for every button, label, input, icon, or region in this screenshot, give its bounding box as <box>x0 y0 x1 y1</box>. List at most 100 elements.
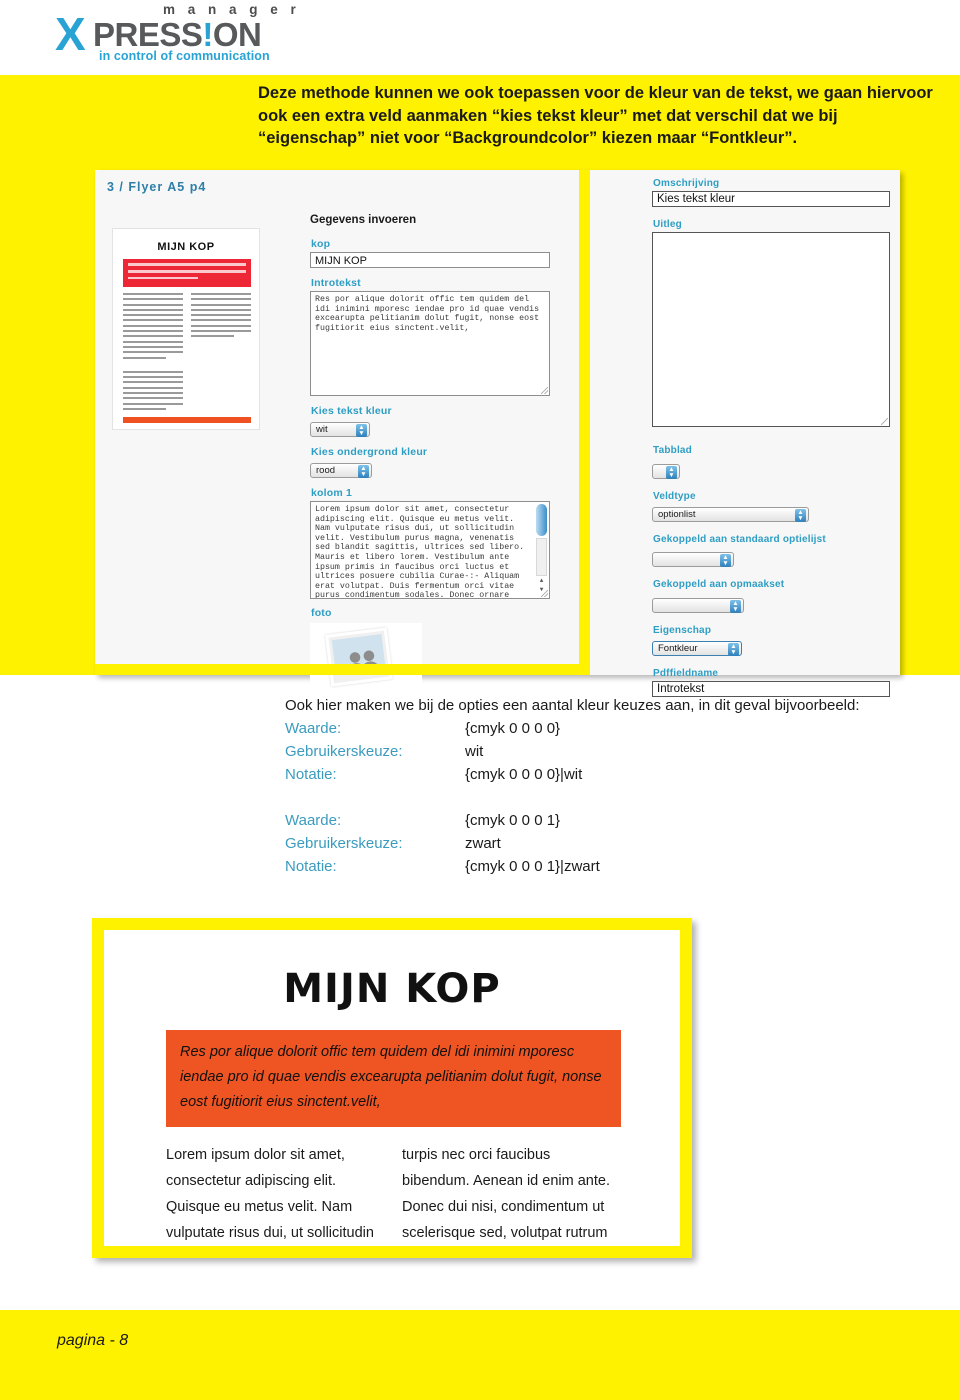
rendered-preview: MIJN KOP Res por alique dolorit offic te… <box>92 918 692 1258</box>
explanation-row: Notatie: {cmyk 0 0 0 0}|wit <box>285 763 955 786</box>
screenshot-left-panel: 3 / Flyer A5 p4 MIJN KOP Gegevens invoer… <box>95 170 590 695</box>
omschrijving-input[interactable]: Kies tekst kleur <box>652 191 890 207</box>
gebruikerskeuze-value-1: wit <box>465 743 484 760</box>
kolom1-label: kolom 1 <box>311 487 353 499</box>
screenshot-yellow-edge-right <box>579 170 590 675</box>
chevron-updown-icon: ▲ ▼ <box>728 642 739 656</box>
tabblad-label: Tabblad <box>653 445 692 456</box>
logo-wordmark: PRESS!ON <box>93 16 262 53</box>
page-thumbnail[interactable]: MIJN KOP <box>112 228 260 430</box>
kolom1-value: Lorem ipsum dolor sit amet, consectetur … <box>315 505 525 599</box>
tekstkleur-value: wit <box>316 424 328 435</box>
explanation-row: Gebruikerskeuze: zwart <box>285 832 955 855</box>
kop-label: kop <box>311 238 331 250</box>
foto-placeholder[interactable] <box>310 623 422 695</box>
preview-column-left: Lorem ipsum dolor sit amet, consectetur … <box>166 1147 374 1241</box>
preview-intro-text: Res por alique dolorit offic tem quidem … <box>166 1030 621 1127</box>
ondergrond-value: rood <box>316 465 336 476</box>
eigenschap-label: Eigenschap <box>653 624 712 636</box>
xpression-manager-logo: m a n a g e r X PRESS!ON in control of c… <box>55 2 355 64</box>
thumbnail-columns <box>123 293 251 413</box>
chevron-updown-icon: ▲ ▼ <box>358 465 369 478</box>
thumbnail-intro-block <box>123 259 251 287</box>
logo-press-text: PRESS <box>93 16 203 53</box>
introtekst-value: Res por alique dolorit offic tem quidem … <box>315 295 540 333</box>
explanation-block: Ook hier maken we bij de opties een aant… <box>285 694 955 878</box>
veldtype-label: Veldtype <box>653 490 696 502</box>
tekstkleur-select[interactable]: wit ▲ ▼ <box>310 422 370 437</box>
application-screenshot: 3 / Flyer A5 p4 MIJN KOP Gegevens invoer… <box>95 170 900 697</box>
preview-column-right: turpis nec orci faucibus bibendum. Aenea… <box>402 1147 610 1241</box>
chevron-updown-icon: ▲ ▼ <box>356 424 367 437</box>
footer-yellow-band <box>0 1310 960 1400</box>
uitleg-label: Uitleg <box>653 219 682 230</box>
chevron-updown-icon: ▲ ▼ <box>666 465 677 479</box>
foto-label: foto <box>311 607 332 619</box>
scrollbar-thumb[interactable] <box>536 504 547 536</box>
notatie-label-1: Notatie: <box>285 766 337 783</box>
thumbnail-heading: MIJN KOP <box>157 241 215 253</box>
properties-column: Omschrijving Kies tekst kleur Uitleg Tab… <box>652 178 892 697</box>
image-placeholder-icon <box>325 627 393 687</box>
explanation-row: Gebruikerskeuze: wit <box>285 740 955 763</box>
preview-body-columns: Lorem ipsum dolor sit amet, consectetur … <box>166 1142 622 1246</box>
resize-handle-icon[interactable] <box>541 387 548 394</box>
logo-on-text: ON <box>212 16 262 53</box>
opmaakset-select[interactable]: ▲ ▼ <box>652 597 744 613</box>
tekstkleur-label: Kies tekst kleur <box>311 405 392 417</box>
scrollbar-track[interactable] <box>536 538 547 576</box>
preview-heading: MIJN KOP <box>283 966 501 1012</box>
chevron-updown-icon: ▲ ▼ <box>720 554 731 567</box>
chevron-updown-icon: ▲ ▼ <box>730 599 741 613</box>
waarde-value-1: {cmyk 0 0 0 0} <box>465 720 561 737</box>
gebruikerskeuze-label-2: Gebruikerskeuze: <box>285 835 403 852</box>
data-entry-form: Gegevens invoeren kop MIJN KOP Introteks… <box>310 214 568 695</box>
page-number: pagina - 8 <box>57 1332 129 1349</box>
waarde-label-1: Waarde: <box>285 720 342 737</box>
tabblad-select[interactable]: ▲ ▼ <box>652 463 680 479</box>
veldtype-value: optionlist <box>658 508 696 520</box>
flyer-breadcrumb: 3 / Flyer A5 p4 <box>107 180 207 194</box>
introtekst-textarea[interactable]: Res por alique dolorit offic tem quidem … <box>310 291 550 396</box>
gebruikerskeuze-label-1: Gebruikerskeuze: <box>285 743 403 760</box>
kolom1-textarea[interactable]: Lorem ipsum dolor sit amet, consectetur … <box>310 501 550 599</box>
eigenschap-select[interactable]: Fontkleur ▲ ▼ <box>652 640 742 656</box>
ondergrond-label: Kies ondergrond kleur <box>311 446 428 458</box>
explanation-row: Waarde: {cmyk 0 0 0 1} <box>285 809 955 832</box>
opmaakset-label: Gekoppeld aan opmaakset <box>653 579 785 590</box>
field-properties-panel: Omschrijving Kies tekst kleur Uitleg Tab… <box>590 170 900 697</box>
introtekst-label: Introtekst <box>311 277 361 289</box>
explanation-lead: Ook hier maken we bij de opties een aant… <box>285 697 860 714</box>
eigenschap-value: Fontkleur <box>658 642 698 654</box>
explanation-row: Waarde: {cmyk 0 0 0 0} <box>285 717 955 740</box>
uitleg-textarea[interactable] <box>652 232 890 427</box>
explanation-row: Notatie: {cmyk 0 0 0 1}|zwart <box>285 855 955 878</box>
intro-paragraph: Deze methode kunnen we ook toepassen voo… <box>258 84 933 147</box>
form-section-title: Gegevens invoeren <box>310 214 417 226</box>
thumbnail-orange-bar <box>123 417 251 423</box>
document-page: m a n a g e r X PRESS!ON in control of c… <box>0 0 960 1400</box>
standaard-optielijst-select[interactable]: ▲ ▼ <box>652 552 734 567</box>
ondergrond-select[interactable]: rood ▲ ▼ <box>310 463 372 478</box>
resize-handle-icon[interactable] <box>541 590 548 597</box>
gebruikerskeuze-value-2: zwart <box>465 835 501 852</box>
omschrijving-label: Omschrijving <box>653 178 720 189</box>
notatie-label-2: Notatie: <box>285 858 337 875</box>
thumbnail-column-right <box>191 293 251 341</box>
logo-x-mark: X <box>55 8 86 60</box>
thumbnail-column-left <box>123 293 183 413</box>
veldtype-select[interactable]: optionlist ▲ ▼ <box>652 506 809 522</box>
logo-exclamation-icon: ! <box>202 16 213 53</box>
notatie-value-2: {cmyk 0 0 0 1}|zwart <box>465 858 600 875</box>
kop-input[interactable]: MIJN KOP <box>310 252 550 268</box>
logo-manager-text: m a n a g e r <box>163 2 301 17</box>
waarde-value-2: {cmyk 0 0 0 1} <box>465 812 561 829</box>
pdffieldname-label: Pdffieldname <box>653 667 719 679</box>
logo-tagline: in control of communication <box>99 49 270 63</box>
notatie-value-1: {cmyk 0 0 0 0}|wit <box>465 766 583 783</box>
chevron-updown-icon: ▲ ▼ <box>795 508 806 522</box>
waarde-label-2: Waarde: <box>285 812 342 829</box>
standaard-optielijst-label: Gekoppeld aan standaard optielijst <box>653 533 826 545</box>
resize-handle-icon[interactable] <box>881 418 888 425</box>
textarea-scrollbar[interactable]: ▲ ▼ <box>536 504 547 596</box>
